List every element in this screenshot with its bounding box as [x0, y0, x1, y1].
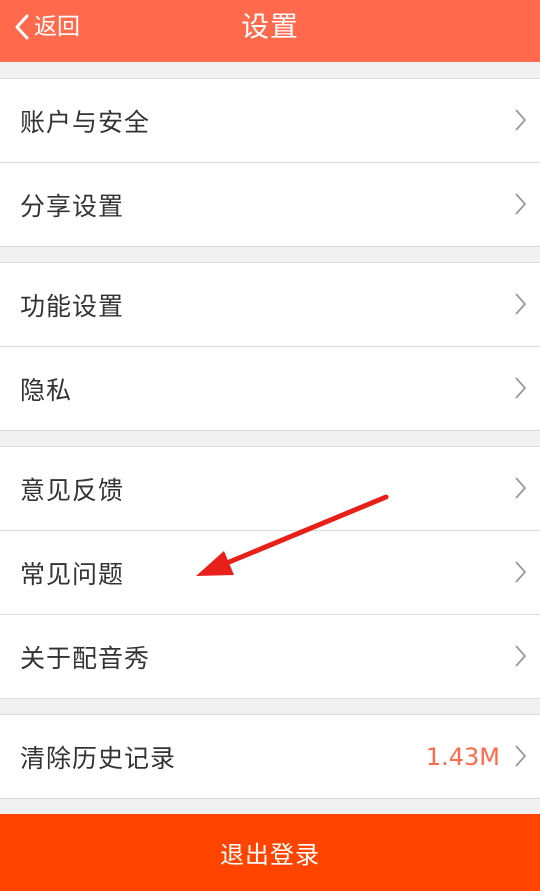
- top-bar: 返回 设置: [0, 0, 540, 62]
- settings-group-help: 意见反馈 常见问题 关于配音秀: [0, 446, 540, 699]
- settings-item-about[interactable]: 关于配音秀: [0, 614, 540, 698]
- page-title: 设置: [240, 10, 299, 43]
- chevron-right-icon: [515, 193, 526, 215]
- settings-item-feedback[interactable]: 意见反馈: [0, 447, 540, 530]
- settings-item-label: 分享设置: [20, 191, 125, 221]
- settings-group-storage: 清除历史记录 1.43M: [0, 714, 540, 799]
- settings-item-function-settings[interactable]: 功能设置: [0, 263, 540, 346]
- chevron-right-icon: [515, 745, 526, 767]
- settings-item-label: 账户与安全: [20, 107, 151, 137]
- settings-item-label: 意见反馈: [20, 475, 125, 505]
- settings-item-account-security[interactable]: 账户与安全: [0, 79, 540, 162]
- settings-group-account: 账户与安全 分享设置: [0, 78, 540, 247]
- settings-item-label: 隐私: [20, 375, 73, 405]
- settings-item-share-settings[interactable]: 分享设置: [0, 162, 540, 246]
- chevron-right-icon: [515, 293, 526, 315]
- settings-item-clear-history[interactable]: 清除历史记录 1.43M: [0, 715, 540, 798]
- logout-button[interactable]: 退出登录: [0, 814, 540, 891]
- chevron-right-icon: [515, 645, 526, 667]
- settings-item-privacy[interactable]: 隐私: [0, 346, 540, 430]
- settings-item-label: 关于配音秀: [20, 643, 151, 673]
- settings-item-label: 清除历史记录: [20, 743, 177, 773]
- settings-item-faq[interactable]: 常见问题: [0, 530, 540, 614]
- cache-size-value: 1.43M: [425, 742, 500, 771]
- settings-item-label: 常见问题: [20, 559, 125, 589]
- chevron-right-icon: [515, 561, 526, 583]
- settings-item-label: 功能设置: [20, 291, 125, 321]
- chevron-right-icon: [515, 477, 526, 499]
- chevron-right-icon: [515, 109, 526, 131]
- settings-group-features: 功能设置 隐私: [0, 262, 540, 431]
- chevron-right-icon: [515, 377, 526, 399]
